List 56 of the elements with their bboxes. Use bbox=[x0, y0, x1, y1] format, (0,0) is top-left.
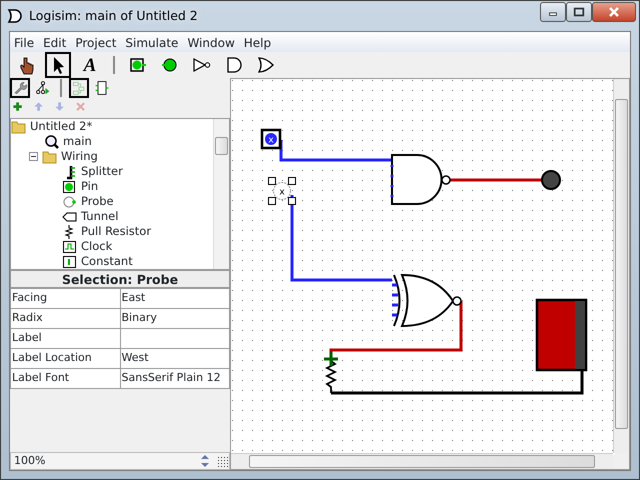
tree-item[interactable]: Clock bbox=[81, 238, 112, 256]
properties-title: Selection: Probe bbox=[10, 270, 230, 288]
window-title: Logisim: main of Untitled 2 bbox=[29, 6, 199, 25]
property-name: Label Location bbox=[10, 348, 120, 368]
property-name: Label Font bbox=[10, 368, 120, 388]
tree-item[interactable]: Wiring bbox=[61, 148, 98, 166]
maximize-icon bbox=[573, 6, 585, 18]
tree-item[interactable]: Pull Resistor bbox=[81, 222, 152, 240]
menu-item[interactable]: Window bbox=[183, 32, 240, 52]
property-value[interactable]: East bbox=[120, 288, 230, 308]
minus-icon bbox=[30, 153, 37, 160]
close-button[interactable] bbox=[592, 2, 636, 22]
magnifier-icon bbox=[44, 134, 59, 150]
menu-item[interactable]: Project bbox=[71, 32, 122, 52]
property-name: Radix bbox=[10, 308, 120, 328]
property-value[interactable] bbox=[120, 328, 230, 348]
menu-item[interactable]: Simulate bbox=[121, 32, 184, 52]
property-value[interactable]: West bbox=[120, 348, 230, 368]
folder-icon bbox=[42, 148, 57, 164]
nand-gate[interactable] bbox=[390, 154, 451, 205]
property-value[interactable]: Binary bbox=[120, 308, 230, 328]
tree-item[interactable]: Constant bbox=[81, 252, 133, 269]
xnor-gate[interactable] bbox=[390, 274, 462, 327]
tree-item[interactable]: Splitter bbox=[81, 162, 123, 180]
vertical-scrollbar[interactable] bbox=[613, 79, 629, 453]
arrow-pointer-icon[interactable] bbox=[45, 52, 71, 78]
folder-icon bbox=[11, 119, 26, 134]
tree-item[interactable]: main bbox=[63, 132, 92, 150]
tree-item[interactable]: Untitled 2* bbox=[30, 119, 92, 136]
menu-item[interactable]: Edit bbox=[39, 32, 72, 52]
tree-scrollbar[interactable] bbox=[213, 119, 229, 269]
wrench-icon[interactable] bbox=[10, 78, 30, 98]
probe[interactable]: x bbox=[268, 177, 296, 205]
tree-item[interactable]: Tunnel bbox=[81, 208, 118, 226]
display-block[interactable] bbox=[536, 298, 588, 372]
probe-icon bbox=[62, 194, 77, 210]
collapse-toggle[interactable] bbox=[29, 152, 38, 161]
menu-item[interactable]: Help bbox=[240, 32, 276, 52]
minimize-button[interactable] bbox=[540, 2, 566, 22]
tree-item[interactable]: Probe bbox=[81, 192, 114, 210]
led[interactable] bbox=[541, 170, 561, 190]
pull-resistor[interactable] bbox=[322, 350, 340, 393]
property-value[interactable]: SansSerif Plain 12 bbox=[120, 368, 230, 388]
app-icon bbox=[7, 9, 23, 23]
maximize-button[interactable] bbox=[566, 2, 592, 22]
clock-icon bbox=[62, 238, 77, 254]
input-pin[interactable]: x bbox=[260, 128, 282, 150]
property-name: Label bbox=[10, 328, 120, 348]
text-tool-button[interactable]: A bbox=[77, 52, 103, 78]
layout-icon[interactable] bbox=[69, 78, 89, 98]
close-icon bbox=[607, 6, 621, 18]
tree-item[interactable]: Pin bbox=[81, 178, 98, 196]
menu-item[interactable]: File bbox=[10, 32, 40, 52]
pin-icon bbox=[62, 178, 77, 194]
property-name: Facing bbox=[10, 288, 120, 308]
horizontal-scrollbar[interactable] bbox=[231, 453, 613, 469]
